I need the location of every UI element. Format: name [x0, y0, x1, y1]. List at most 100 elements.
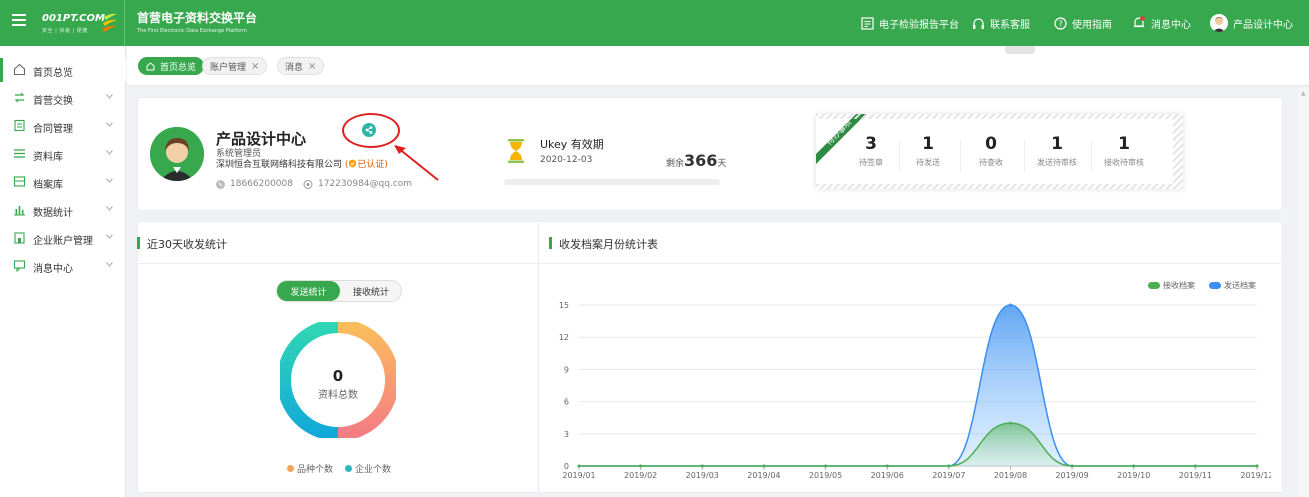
cert-status: 已认证: [357, 160, 385, 170]
tab-account[interactable]: 账户管理 ×: [202, 57, 268, 75]
sidebar-item-stats[interactable]: 数据统计: [0, 198, 126, 222]
data-point: [577, 464, 581, 468]
chevron-down-icon: [106, 206, 113, 211]
sidebar-item-label: 档案库: [33, 180, 63, 191]
remain-days: 366: [684, 151, 718, 170]
nav-user-label: 产品设计中心: [1233, 19, 1293, 31]
header-divider: [124, 0, 125, 46]
series-line-1: [578, 304, 1257, 467]
x-tick-label: 2019/08: [994, 471, 1027, 480]
ukey-date: 2020-12-03: [540, 155, 593, 165]
sidebar-item-contract[interactable]: 合同管理: [0, 114, 126, 138]
x-tick-label: 2019/05: [809, 471, 842, 480]
remain-suffix: 天: [717, 159, 727, 169]
share-icon: [365, 126, 373, 134]
sidebar-item-label: 企业账户管理: [33, 236, 93, 247]
x-tick-label: 2019/11: [1179, 471, 1212, 480]
remain-prefix: 剩余: [666, 159, 685, 169]
scroll-up-icon[interactable]: ▲: [1301, 90, 1306, 97]
close-icon[interactable]: ×: [308, 61, 316, 72]
data-point: [947, 464, 951, 468]
todo-label: 待查收: [979, 158, 1003, 167]
nav-message-center[interactable]: 消息中心: [1132, 0, 1191, 46]
y-tick-label: 0: [564, 462, 569, 471]
nav-report-label: 电子检验报告平台: [879, 19, 959, 31]
sidebar-item-label: 数据统计: [33, 208, 73, 219]
todo-divider: [960, 140, 961, 172]
share-button[interactable]: [362, 123, 376, 137]
sidebar-item-exchange[interactable]: 首营交换: [0, 86, 126, 110]
tab-label: 首页总览: [160, 62, 197, 73]
todo-label: 发送待审核: [1037, 158, 1077, 167]
ukey-remaining: 剩余366天: [666, 151, 726, 170]
todo-count: 0: [985, 134, 997, 154]
series-area-0: [579, 423, 1257, 466]
x-tick-label: 2019/12: [1240, 471, 1271, 480]
sidebar-item-home[interactable]: 首页总览: [0, 58, 126, 82]
todo-to-sign[interactable]: 3 待签章: [846, 134, 896, 168]
x-tick-label: 2019/01: [562, 471, 595, 480]
chevron-down-icon: [106, 122, 113, 127]
todo-label: 接收待审核: [1104, 158, 1144, 167]
home-icon: [146, 61, 155, 70]
phone-icon: [216, 179, 225, 189]
todo-to-send[interactable]: 1 待发送: [903, 134, 953, 168]
data-point: [824, 464, 828, 468]
help-icon: ?: [1054, 16, 1067, 30]
nav-guide-label: 使用指南: [1072, 19, 1112, 31]
nav-customer-service[interactable]: 联系客服: [972, 0, 1030, 46]
sidebar-item-library[interactable]: 资料库: [0, 142, 126, 166]
legend-label: 品种个数: [297, 465, 334, 475]
scrollbar[interactable]: ▲: [1298, 88, 1309, 497]
sidebar-item-label: 首页总览: [33, 68, 73, 79]
x-tick-label: 2019/04: [747, 471, 780, 480]
todo-to-receive[interactable]: 0 待查收: [966, 134, 1016, 168]
todo-panel: 待办事项 3 待签章 1 待发送 0 待查收 1 发送待审核 1 接收待审核: [816, 114, 1183, 189]
profile-phone: 18666200008: [230, 179, 293, 189]
cert-close: ): [384, 160, 388, 170]
todo-label: 待发送: [916, 158, 940, 167]
tab-messages[interactable]: 消息 ×: [277, 57, 325, 75]
x-tick-label: 2019/02: [624, 471, 657, 480]
chevron-down-icon: [106, 150, 113, 155]
sidebar-item-enterprise[interactable]: 企业账户管理: [0, 226, 126, 250]
tab-home[interactable]: 首页总览: [138, 57, 205, 75]
data-point: [1008, 421, 1012, 425]
chevron-down-icon: [106, 94, 113, 99]
tab-label: 账户管理: [210, 62, 247, 73]
data-point: [1132, 464, 1136, 468]
brand-title: 首营电子资料交换平台: [137, 11, 258, 25]
menu-toggle-icon[interactable]: [12, 14, 26, 28]
nav-guide[interactable]: ? 使用指南: [1054, 0, 1112, 46]
toggle-send-stats[interactable]: 发送统计: [277, 281, 340, 301]
close-icon[interactable]: ×: [251, 61, 259, 72]
headset-icon: [973, 17, 984, 29]
sidebar-item-label: 资料库: [33, 152, 63, 163]
sidebar-item-messages[interactable]: 消息中心: [0, 254, 126, 278]
x-tick-label: 2019/06: [871, 471, 904, 480]
collapse-handle[interactable]: [1005, 46, 1035, 54]
legend-item: 品种个数: [287, 462, 333, 475]
data-point: [762, 464, 766, 468]
todo-receive-review[interactable]: 1 接收待审核: [1096, 134, 1152, 168]
nav-report-platform[interactable]: 电子检验报告平台: [861, 0, 959, 46]
hourglass-icon: [508, 139, 524, 163]
bell-icon: [1134, 16, 1145, 28]
x-tick-label: 2019/10: [1117, 471, 1150, 480]
todo-send-review[interactable]: 1 发送待审核: [1028, 134, 1086, 168]
toggle-receive-stats[interactable]: 接收统计: [340, 281, 402, 301]
svg-text:?: ?: [1058, 19, 1062, 28]
series-line-0: [578, 422, 1257, 467]
brand: 首营电子资料交换平台 The First Electronic Data Exc…: [137, 9, 257, 34]
data-point: [1008, 303, 1012, 307]
sidebar-item-archive[interactable]: 档案库: [0, 170, 126, 194]
todo-count: 1: [922, 134, 934, 154]
logo[interactable]: 001PT.COM 安全 | 快速 | 便捷: [42, 8, 118, 38]
sidebar-item-label: 首营交换: [33, 96, 73, 107]
y-tick-label: 15: [559, 301, 569, 310]
library-icon: [14, 149, 25, 158]
tab-bar: 首页总览 账户管理 × 消息 ×: [127, 46, 1309, 86]
data-point: [700, 464, 704, 468]
nav-user-menu[interactable]: 产品设计中心: [1210, 0, 1293, 46]
contract-icon: [14, 119, 25, 132]
